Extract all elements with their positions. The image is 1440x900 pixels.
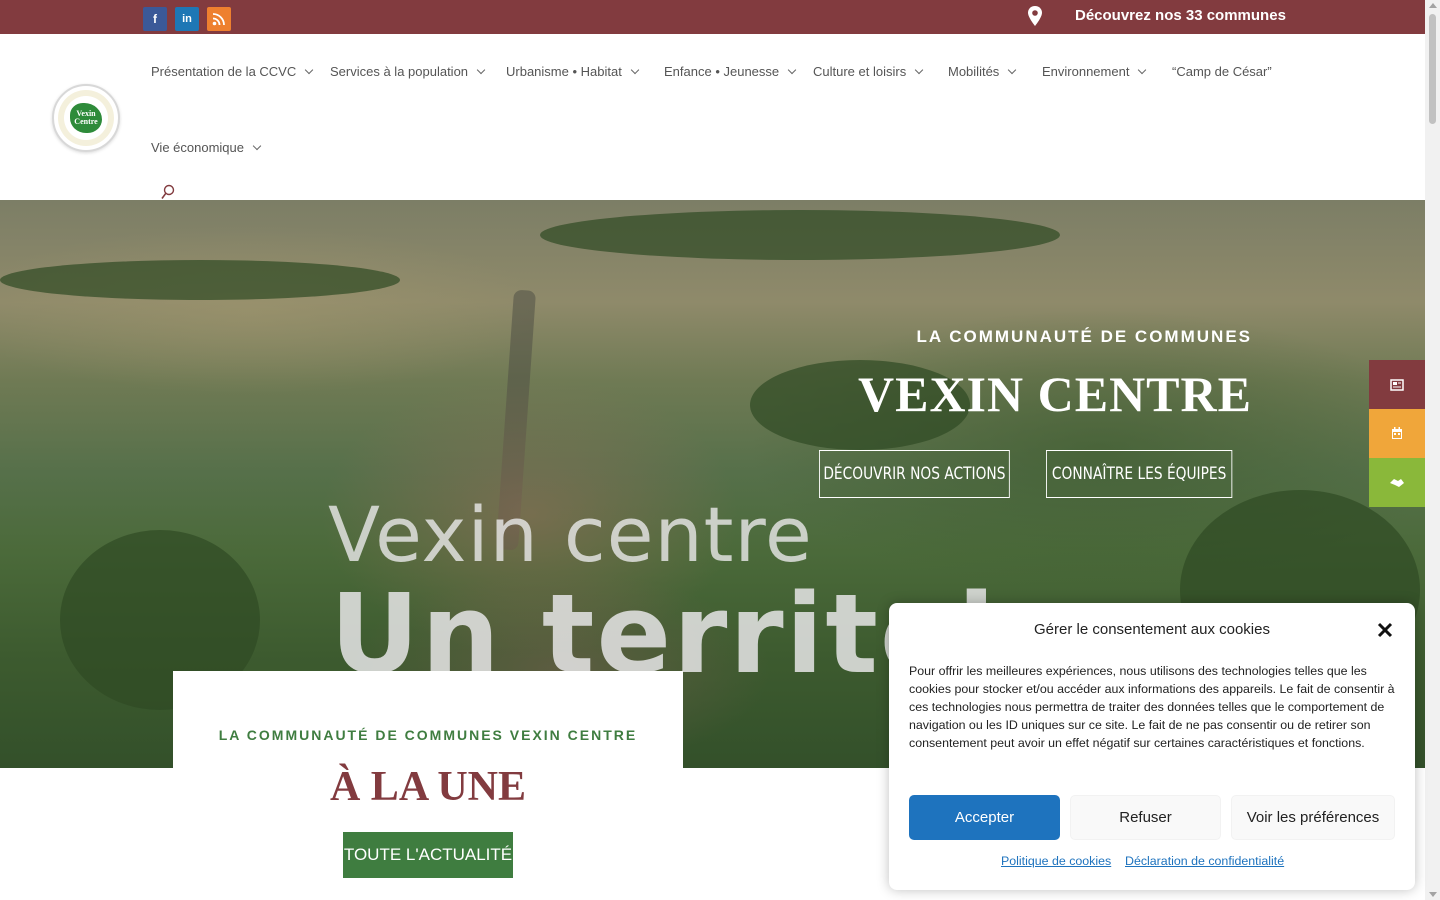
side-agenda-button[interactable] — [1369, 409, 1425, 458]
nav-item-camp-de-cesar[interactable]: “Camp de César” — [1172, 64, 1272, 79]
nav-item-culture[interactable]: Culture et loisirs — [813, 64, 924, 79]
news-title: À LA UNE — [329, 764, 527, 810]
refuse-button[interactable]: Refuser — [1070, 795, 1221, 840]
chevron-down-icon — [252, 141, 262, 151]
nav-label: Vie économique — [151, 140, 244, 155]
newspaper-icon — [1390, 378, 1404, 391]
facebook-icon[interactable]: f — [143, 7, 167, 31]
accept-button[interactable]: Accepter — [909, 795, 1060, 840]
nav-label: Services à la population — [330, 64, 469, 79]
logo-emblem: Vexin Centre — [58, 90, 114, 146]
chevron-down-icon — [1138, 65, 1147, 75]
logo-map: Vexin Centre — [70, 103, 102, 133]
nav-label: Culture et loisirs — [813, 64, 907, 79]
chevron-down-icon — [305, 65, 314, 75]
search-icon[interactable] — [161, 184, 175, 200]
close-icon[interactable] — [1376, 621, 1394, 639]
top-bar: f in Découvrez nos 33 communes — [0, 0, 1425, 34]
nav-item-urbanisme[interactable]: Urbanisme • Habitat — [506, 64, 640, 79]
site-header: Vexin Centre Présentation de la CCVC Ser… — [0, 34, 1425, 200]
chevron-down-icon — [787, 65, 797, 75]
cookie-description: Pour offrir les meilleures expériences, … — [909, 664, 1395, 750]
nav-label: “Camp de César” — [1172, 64, 1272, 79]
scroll-thumb[interactable] — [1429, 14, 1436, 124]
nav-item-environnement[interactable]: Environnement — [1042, 64, 1147, 79]
linkedin-icon[interactable]: in — [175, 7, 199, 31]
news-card: LA COMMUNAUTÉ DE COMMUNES VEXIN CENTRE À… — [173, 671, 683, 900]
meet-teams-button[interactable]: CONNAÎTRE LES ÉQUIPES — [1046, 450, 1233, 498]
chevron-down-icon — [1008, 65, 1017, 75]
cookie-policy-link[interactable]: Politique de cookies — [1001, 854, 1111, 868]
all-news-button[interactable]: TOUTE L'ACTUALITÉ — [343, 832, 513, 878]
chevron-down-icon — [630, 65, 640, 75]
rss-glyph — [212, 13, 225, 26]
scroll-down-arrow-icon[interactable] — [1429, 892, 1437, 897]
site-logo[interactable]: Vexin Centre — [52, 84, 120, 152]
hero-title: VEXIN CENTRE — [857, 366, 1252, 422]
page-scrollbar[interactable] — [1425, 0, 1440, 900]
chevron-down-icon — [914, 65, 924, 75]
nav-item-presentation[interactable]: Présentation de la CCVC — [151, 64, 314, 79]
side-news-button[interactable] — [1369, 360, 1425, 409]
chevron-down-icon — [476, 65, 486, 75]
hero-tree-line — [0, 260, 400, 300]
hero-kicker: LA COMMUNAUTÉ DE COMMUNES — [916, 327, 1252, 346]
handshake-icon — [1390, 478, 1404, 487]
nav-label: Urbanisme • Habitat — [506, 64, 622, 79]
side-partners-button[interactable] — [1369, 458, 1425, 507]
cookie-title: Gérer le consentement aux cookies — [1034, 621, 1270, 638]
privacy-statement-link[interactable]: Déclaration de confidentialité — [1125, 854, 1284, 868]
nav-label: Environnement — [1042, 64, 1130, 79]
nav-item-mobilites[interactable]: Mobilités — [948, 64, 1017, 79]
nav-item-enfance[interactable]: Enfance • Jeunesse — [664, 64, 797, 79]
discover-actions-button[interactable]: DÉCOUVRIR NOS ACTIONS — [819, 450, 1010, 498]
communes-link[interactable]: Découvrez nos 33 communes — [1075, 7, 1286, 24]
logo-text-centre: Centre — [74, 117, 98, 126]
news-kicker: LA COMMUNAUTÉ DE COMMUNES VEXIN CENTRE — [218, 727, 638, 743]
nav-label: Mobilités — [948, 64, 1000, 79]
scroll-up-arrow-icon[interactable] — [1429, 3, 1437, 8]
rss-icon[interactable] — [207, 7, 231, 31]
cookie-consent-dialog: Gérer le consentement aux cookies Pour o… — [889, 603, 1415, 890]
hero-tree-line — [540, 210, 1060, 260]
video-overlay-text: Vexin centre — [328, 490, 813, 579]
map-pin-icon — [1028, 6, 1042, 26]
calendar-icon — [1392, 427, 1402, 439]
preferences-button[interactable]: Voir les préférences — [1231, 795, 1395, 840]
nav-item-vie-economique[interactable]: Vie économique — [151, 140, 262, 155]
nav-label: Enfance • Jeunesse — [664, 64, 780, 79]
nav-label: Présentation de la CCVC — [151, 64, 297, 79]
nav-item-services[interactable]: Services à la population — [330, 64, 486, 79]
